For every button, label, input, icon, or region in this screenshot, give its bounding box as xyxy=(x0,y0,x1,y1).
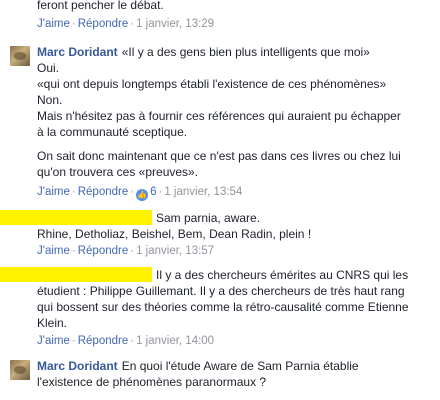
comment-date[interactable]: 1 janvier, 13:57 xyxy=(136,245,214,257)
comment-line: qu'on trouvera ces «preuves». xyxy=(37,165,199,179)
comment-body: Marc Doridant «Il y a des gens bien plus … xyxy=(37,44,437,180)
comment-line: Oui. xyxy=(37,61,60,75)
reply-link[interactable]: Répondre xyxy=(78,18,129,30)
comment-line: «Il y a des gens bien plus intelligents … xyxy=(121,45,370,59)
comment-line: Il y a des chercheurs émérites au CNRS q… xyxy=(156,268,409,282)
avatar[interactable] xyxy=(10,360,30,380)
comment-line: qui bossent sur des théories comme la ré… xyxy=(37,300,409,314)
comment-line: étudient : Philippe Guillemant. Il y a d… xyxy=(37,284,405,298)
author-link[interactable]: Marc Doridant xyxy=(37,45,118,59)
comment-text: feront pencher le débat. xyxy=(37,0,164,12)
like-link[interactable]: J'aime xyxy=(37,186,70,198)
comment-line: Non. xyxy=(37,93,63,107)
redacted-author xyxy=(0,267,152,282)
comment-line: Klein. xyxy=(37,316,68,330)
comment-line: l'existence de phénomènes paranormaux ? xyxy=(37,375,267,389)
reply-link[interactable]: Répondre xyxy=(78,186,129,198)
comment-actions: J'aime · Répondre · 1 janvier, 13:57 xyxy=(37,245,215,257)
like-link[interactable]: J'aime xyxy=(37,18,70,30)
reply-link[interactable]: Répondre xyxy=(78,335,129,347)
reaction-count: 6 xyxy=(150,186,157,198)
comment-line: «qui ont depuis longtemps établi l'exist… xyxy=(37,77,387,91)
comment-date[interactable]: 1 janvier, 13:29 xyxy=(136,18,214,30)
comment-body: Il y a des chercheurs émérites au CNRS q… xyxy=(0,267,440,331)
like-link[interactable]: J'aime xyxy=(37,245,70,257)
thumbs-up-icon: 👍 xyxy=(136,189,149,201)
redacted-author xyxy=(0,210,152,225)
comment-line: à la communauté sceptique. xyxy=(37,125,188,139)
comment-actions: J'aime · Répondre · 1 janvier, 14:00 xyxy=(37,335,215,347)
comment-actions: J'aime · Répondre · 1 janvier, 13:29 xyxy=(37,18,215,30)
avatar[interactable] xyxy=(10,46,30,66)
comment-line: Mais n'hésitez pas à fournir ces référen… xyxy=(37,109,401,123)
comment-line: On sait donc maintenant que ce n'est pas… xyxy=(37,149,401,163)
like-link[interactable]: J'aime xyxy=(37,335,70,347)
comment-body: Marc Doridant En quoi l'étude Aware de Sa… xyxy=(37,358,437,390)
comment-actions: J'aime · Répondre · 👍 6 · 1 janvier, 13:54 xyxy=(37,186,243,201)
comment-line: En quoi l'étude Aware de Sam Parnia étab… xyxy=(121,359,359,373)
comment-line: Rhine, Detholiaz, Beishel, Bem, Dean Rad… xyxy=(37,227,312,241)
comment-date[interactable]: 1 janvier, 13:54 xyxy=(164,186,242,198)
reply-link[interactable]: Répondre xyxy=(78,245,129,257)
reactions[interactable]: 👍 6 xyxy=(136,186,157,201)
comment-line: Sam parnia, aware. xyxy=(156,211,261,225)
comment-body: Sam parnia, aware. Rhine, Detholiaz, Bei… xyxy=(0,210,440,242)
comment-date[interactable]: 1 janvier, 14:00 xyxy=(136,335,214,347)
author-link[interactable]: Marc Doridant xyxy=(37,359,118,373)
